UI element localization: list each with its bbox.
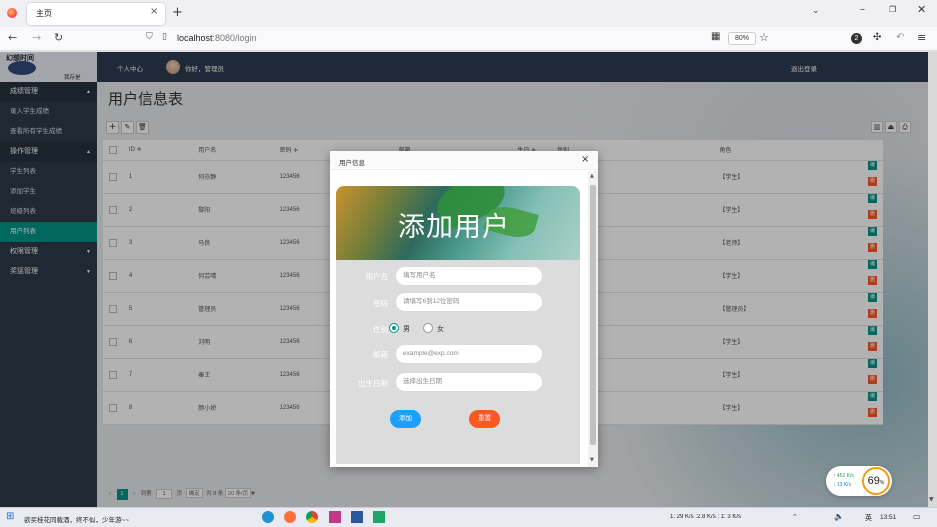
upload-value: 452 K/s: [836, 473, 854, 479]
scrollbar-track[interactable]: ▼: [928, 52, 937, 507]
download-value: 13 K/s: [836, 482, 852, 488]
reset-button[interactable]: 重置: [469, 410, 500, 428]
tab-list-chevron-icon[interactable]: ⌄: [812, 6, 820, 16]
password-input[interactable]: 请填写6到12位密码: [396, 293, 542, 311]
modal-header: 用户信息 ×: [330, 151, 598, 170]
usage-unit: %: [879, 480, 885, 486]
clock[interactable]: 13:51: [880, 514, 896, 521]
modal-scrollbar[interactable]: ▲ ▼: [588, 171, 598, 467]
url-host: localhost: [177, 33, 213, 43]
url-text[interactable]: localhost:8080/login: [177, 33, 257, 43]
male-label[interactable]: 男: [403, 324, 410, 334]
tray-net-text: 1: 29 K/s :2.8 K/s : 1: 3 K/s: [670, 514, 742, 520]
taskbar: ⊞ 欲买桂花同载酒，终不似，少年游~~ 1: 29 K/s :2.8 K/s :…: [0, 507, 937, 527]
minimize-icon[interactable]: –: [860, 4, 865, 15]
app-menu-icon[interactable]: ≡: [917, 31, 926, 44]
usage-ring: 69%: [862, 467, 890, 495]
bookmark-star-icon[interactable]: ☆: [759, 31, 769, 44]
female-label[interactable]: 女: [437, 324, 444, 334]
scroll-down-icon[interactable]: ▼: [590, 457, 594, 463]
user-info-modal: 用户信息 × ▲ ▼ 添加用户 用户名 填写用户名 密码 请填写6到12位密码 …: [330, 151, 598, 467]
network-speed-widget[interactable]: ↑ 452 K/s ↓ 13 K/s 69%: [826, 466, 892, 496]
restore-icon[interactable]: ❐: [889, 5, 896, 14]
radio-dot: [392, 326, 396, 330]
banner-title: 添加用户: [398, 212, 510, 242]
email-input[interactable]: example@exp.com: [396, 345, 542, 363]
shield-icon: ⛉: [146, 32, 153, 42]
download-speed: ↓ 13 K/s: [833, 482, 852, 488]
firefox-taskbar-icon[interactable]: [284, 511, 296, 523]
banner-image: 添加用户: [336, 186, 580, 260]
tab-title: 主页: [36, 9, 52, 18]
tray-chevron-up-icon[interactable]: ⌃: [792, 513, 798, 521]
back-icon[interactable]: ←: [8, 31, 17, 44]
address-bar[interactable]: ⛉ ▯ localhost:8080/login ▦ 80% ☆: [136, 30, 776, 48]
scroll-up-icon[interactable]: ▲: [590, 173, 594, 179]
firefox-icon: [7, 8, 17, 18]
windows-start-icon[interactable]: ⊞: [6, 511, 14, 522]
usage-percent: 69: [867, 475, 880, 487]
username-input[interactable]: 填写用户名: [396, 267, 542, 285]
form-panel: 添加用户 用户名 填写用户名 密码 请填写6到12位密码 性别 男 女 邮箱 e…: [336, 186, 580, 464]
notification-icon[interactable]: ▭: [913, 512, 921, 521]
email-label: 邮箱: [373, 350, 388, 359]
radio-female[interactable]: [423, 323, 433, 333]
close-window-icon[interactable]: ✕: [917, 3, 926, 16]
zoom-level[interactable]: 80%: [728, 32, 756, 45]
extensions-badge[interactable]: 2: [851, 33, 862, 44]
undo-icon[interactable]: ↶: [896, 32, 904, 43]
birthday-label: 出生日期: [358, 379, 388, 388]
app-icon[interactable]: [373, 511, 385, 523]
page-icon: ▯: [162, 32, 167, 42]
browser-tab-home[interactable]: 主页 ×: [27, 3, 165, 25]
gender-label: 性别: [373, 325, 388, 334]
password-label: 密码: [373, 299, 388, 308]
new-tab-icon[interactable]: +: [172, 5, 183, 20]
radio-male[interactable]: [389, 323, 399, 333]
qr-code-icon[interactable]: ▦: [711, 31, 720, 42]
birthday-input[interactable]: 选择出生日期: [396, 373, 542, 391]
reload-icon[interactable]: ↻: [54, 31, 63, 44]
username-label: 用户名: [365, 272, 389, 281]
modal-title: 用户信息: [339, 160, 365, 167]
word-icon[interactable]: [351, 511, 363, 523]
url-path: :8080/login: [212, 33, 257, 43]
extensions-icon[interactable]: ✣: [873, 32, 881, 43]
upload-speed: ↑ 452 K/s: [833, 473, 854, 479]
scroll-down-icon[interactable]: ▼: [929, 496, 934, 503]
scroll-thumb[interactable]: [590, 185, 596, 445]
speaker-icon[interactable]: 🔈: [834, 512, 844, 521]
language-indicator[interactable]: 英: [865, 513, 872, 523]
browser-tab-bar: 主页 × + ⌄ – ❐ ✕: [0, 0, 937, 27]
modal-close-icon[interactable]: ×: [581, 154, 589, 165]
edge-icon[interactable]: [262, 511, 274, 523]
chrome-icon[interactable]: [306, 511, 318, 523]
tab-close-icon[interactable]: ×: [150, 6, 158, 17]
add-button[interactable]: 添加: [390, 410, 421, 428]
music-ticker: 欲买桂花同载酒，终不似，少年游~~: [24, 517, 130, 524]
forward-icon[interactable]: →: [32, 31, 41, 44]
ide-icon[interactable]: [329, 511, 341, 523]
